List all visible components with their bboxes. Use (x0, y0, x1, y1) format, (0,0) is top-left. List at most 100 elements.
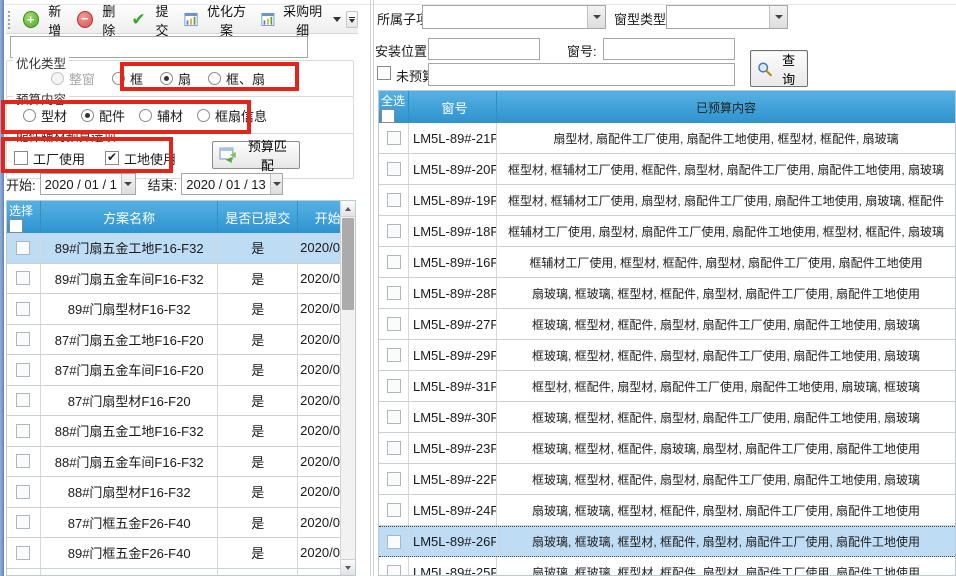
end-date-picker[interactable]: 2020 / 01 / 13 (181, 173, 283, 195)
row-checkbox[interactable] (16, 393, 30, 407)
no-budget-checkbox[interactable] (377, 66, 391, 80)
row-checkbox[interactable] (16, 241, 30, 255)
budget-table-row[interactable]: LM5L-89#-20F18 框型材, 框辅材工厂使用, 框配件, 扇型材, 扇… (379, 154, 955, 185)
row-select-cell (379, 433, 409, 463)
budget-match-button[interactable]: 预算匹配 (212, 141, 300, 169)
plan-table-row[interactable]: 88#门框五金F21-F40 是 2020/0 (7, 569, 355, 576)
toolbar-grip[interactable] (8, 11, 14, 29)
row-checkbox[interactable] (387, 162, 401, 176)
budget-table-row[interactable]: LM5L-89#-29F27 框玻璃, 框型材, 框配件, 扇型材, 扇配件工厂… (379, 340, 955, 371)
budget-table-row[interactable]: LM5L-89#-30F28 框玻璃, 框型材, 框配件, 扇型材, 扇配件工厂… (379, 402, 955, 433)
row-checkbox[interactable] (16, 302, 30, 316)
row-checkbox[interactable] (16, 332, 30, 346)
plan-submitted-cell: 是 (218, 416, 298, 446)
budget-table-row[interactable]: LM5L-89#-19F17 框型材, 框辅材工厂使用, 扇型材, 扇配件工厂使… (379, 185, 955, 216)
budget-table-row[interactable]: LM5L-89#-22F20 框玻璃, 框型材, 框配件, 扇型材, 扇配件工厂… (379, 464, 955, 495)
search-icon (757, 61, 772, 77)
plan-table-scrollbar[interactable] (340, 201, 355, 575)
budget-header-window-no: 窗号 (409, 91, 497, 123)
row-checkbox[interactable] (16, 485, 30, 499)
select-all-checkbox[interactable] (9, 219, 23, 233)
row-checkbox[interactable] (387, 255, 401, 269)
budget-table-row[interactable]: LM5L-89#-18F16 框辅材工厂使用, 扇型材, 扇配件工厂使用, 扇配… (379, 216, 955, 247)
purchase-detail-button[interactable]: 采购明细 (256, 0, 346, 41)
no-budget-input[interactable] (428, 63, 735, 86)
scrollbar-thumb[interactable] (342, 218, 354, 310)
scroll-down-icon[interactable] (341, 559, 355, 575)
query-button[interactable]: 查询 (750, 50, 808, 87)
delete-button[interactable]: 删除 (72, 0, 126, 41)
budget-table-row[interactable]: LM5L-89#-31F29 框型材, 框配件, 扇型材, 扇配件工厂使用, 扇… (379, 371, 955, 402)
add-button[interactable]: 新增 (18, 0, 72, 41)
budget-table-row[interactable]: LM5L-89#-24F22 扇玻璃, 框玻璃, 框型材, 框配件, 扇型材, … (379, 495, 955, 526)
budget-table-row[interactable]: LM5L-89#-16F15 框辅材工厂使用, 框型材, 框配件, 扇型材, 扇… (379, 247, 955, 278)
window-no-cell: LM5L-89#-20F18 (409, 154, 497, 184)
row-checkbox[interactable] (16, 515, 30, 529)
row-checkbox[interactable] (387, 535, 401, 549)
scroll-up-icon[interactable] (341, 201, 355, 217)
plan-table-row[interactable]: 89#门扇型材F16-F32 是 2020/0 (7, 294, 355, 325)
install-pos-input[interactable] (428, 38, 540, 60)
row-checkbox[interactable] (16, 546, 30, 560)
window-type-value (667, 6, 769, 28)
row-checkbox[interactable] (387, 317, 401, 331)
plan-table-row[interactable]: 89#门扇五金工地F16-F32 是 2020/0 (7, 233, 355, 264)
row-checkbox[interactable] (16, 363, 30, 377)
plan-table-row[interactable]: 87#门扇五金工地F16-F20 是 2020/0 (7, 325, 355, 356)
plan-name-cell: 87#门框五金F26-F40 (41, 508, 218, 538)
plan-table-row[interactable]: 87#门扇型材F16-F20 是 2020/0 (7, 386, 355, 417)
window-no-cell: LM5L-89#-30F28 (409, 402, 497, 432)
start-date-picker[interactable]: 2020 / 01 / 1 (40, 173, 136, 195)
plan-header-name: 方案名称 (41, 201, 218, 233)
budget-table-row[interactable]: LM5L-89#-26F24 扇玻璃, 框玻璃, 框型材, 框配件, 扇型材, … (379, 526, 955, 557)
plan-table-row[interactable]: 89#门扇五金车间F16-F32 是 2020/0 (7, 264, 355, 295)
panel-splitter[interactable] (370, 0, 371, 576)
row-checkbox[interactable] (387, 224, 401, 238)
dropdown-arrow-icon[interactable] (270, 174, 282, 194)
budgeted-content-cell: 框玻璃, 框型材, 框配件, 扇玻璃, 扇型材, 扇配件工厂使用, 扇配件工地使… (497, 433, 955, 463)
budget-table-row[interactable]: LM5L-89#-27F25 框玻璃, 框型材, 框配件, 扇型材, 扇配件工厂… (379, 309, 955, 340)
plan-submitted-cell: 是 (218, 355, 298, 385)
dropdown-arrow-icon[interactable] (587, 6, 605, 28)
collapsed-side-panel-strip[interactable] (0, 0, 4, 576)
row-checkbox[interactable] (16, 424, 30, 438)
row-checkbox[interactable] (16, 454, 30, 468)
dropdown-arrow-icon[interactable] (769, 6, 787, 28)
radio-icon (51, 72, 64, 85)
plan-table-row[interactable]: 88#门扇五金工地F16-F32 是 2020/0 (7, 416, 355, 447)
submit-button[interactable]: 提交 (126, 0, 179, 41)
budget-table-row[interactable]: LM5L-89#-21F19 扇型材, 扇配件工厂使用, 扇配件工地使用, 框型… (379, 123, 955, 154)
plan-table-row[interactable]: 88#门扇五金车间F16-F32 是 2020/0 (7, 447, 355, 478)
window-type-combo[interactable] (666, 5, 788, 29)
row-checkbox[interactable] (16, 271, 30, 285)
plan-submitted-cell: 是 (218, 477, 298, 507)
window-no-input[interactable] (603, 38, 735, 60)
select-all-checkbox[interactable] (381, 109, 395, 123)
opt-type-radio[interactable]: 整窗 (51, 69, 95, 88)
plan-table-row[interactable]: 89#门框五金F26-F40 是 2020/0 (7, 538, 355, 569)
row-checkbox[interactable] (387, 348, 401, 362)
row-checkbox[interactable] (387, 193, 401, 207)
row-checkbox[interactable] (387, 379, 401, 393)
toolbar-overflow-button[interactable] (346, 11, 358, 28)
row-checkbox[interactable] (387, 472, 401, 486)
optimize-plan-button[interactable]: 优化方案 (179, 0, 256, 41)
dropdown-arrow-icon[interactable] (121, 174, 135, 194)
row-checkbox[interactable] (387, 131, 401, 145)
budget-table-row[interactable]: LM5L-89#-28F26 扇玻璃, 框玻璃, 框型材, 框配件, 扇型材, … (379, 278, 955, 309)
overflow-bar-icon (349, 17, 355, 18)
budgeted-content-cell: 扇型材, 扇配件工厂使用, 扇配件工地使用, 框型材, 框配件, 扇玻璃 (497, 123, 955, 153)
plan-table-row[interactable]: 87#门框五金F26-F40 是 2020/0 (7, 508, 355, 539)
row-checkbox[interactable] (387, 503, 401, 517)
plan-table-row[interactable]: 88#门扇型材F16-F32 是 2020/0 (7, 477, 355, 508)
budget-table-row[interactable]: LM5L-89#-25F23 扇玻璃, 框玻璃, 框型材, 框配件, 扇型材, … (379, 557, 955, 576)
budget-table-row[interactable]: LM5L-89#-23F21 框玻璃, 框型材, 框配件, 扇玻璃, 扇型材, … (379, 433, 955, 464)
row-checkbox[interactable] (387, 410, 401, 424)
row-checkbox[interactable] (387, 286, 401, 300)
budget-header-select-all: 全选 (379, 91, 409, 123)
plan-table-row[interactable]: 87#门扇五金车间F16-F20 是 2020/0 (7, 355, 355, 386)
sub-item-combo[interactable] (422, 5, 606, 29)
row-checkbox[interactable] (387, 565, 401, 576)
row-checkbox[interactable] (387, 441, 401, 455)
panel-splitter[interactable] (373, 0, 374, 576)
